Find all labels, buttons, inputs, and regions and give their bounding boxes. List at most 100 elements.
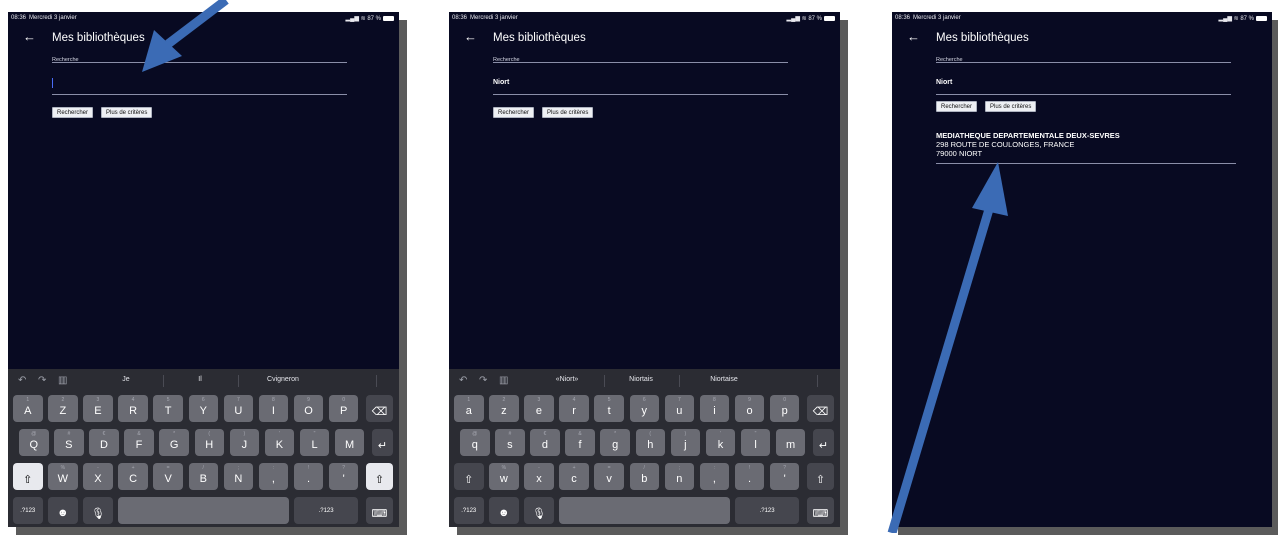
return-key[interactable]: ↵ — [813, 429, 834, 456]
suggestion-item[interactable]: Je — [122, 376, 129, 383]
key[interactable]: 0p — [769, 395, 800, 422]
dictation-key[interactable]: 🎙 — [524, 497, 554, 524]
suggestion-item[interactable]: «Niort» — [556, 376, 579, 383]
key[interactable]: & f — [565, 429, 595, 456]
key[interactable]: 7u — [664, 395, 695, 422]
key[interactable]: 0P — [328, 395, 359, 422]
space-key[interactable] — [559, 497, 730, 524]
key[interactable]: 5t — [594, 395, 624, 422]
key[interactable]: 1A — [13, 395, 43, 422]
key[interactable]: :, — [258, 463, 289, 490]
numbers-key-left[interactable]: .?123 — [13, 497, 43, 524]
shift-key-right[interactable]: ⇧ — [366, 463, 393, 490]
key[interactable]: + C — [118, 463, 148, 490]
key[interactable]: ' K — [264, 429, 295, 456]
search-button[interactable]: Rechercher — [52, 107, 94, 118]
key[interactable]: ) J — [229, 429, 260, 456]
backspace-key[interactable]: ⌫ — [366, 395, 393, 422]
key[interactable]: # s — [495, 429, 525, 456]
key[interactable]: (h — [635, 429, 665, 456]
suggestion-item[interactable]: Niortais — [629, 376, 653, 383]
return-key[interactable]: ↵ — [372, 429, 393, 456]
key[interactable]: / b — [629, 463, 659, 490]
key[interactable]: 3E — [83, 395, 113, 422]
key[interactable]: 5T — [153, 395, 183, 422]
key[interactable]: !. — [734, 463, 765, 490]
key[interactable]: ' k — [705, 429, 736, 456]
dictation-key[interactable]: 🎙 — [83, 497, 113, 524]
key[interactable]: (H — [194, 429, 224, 456]
backspace-key[interactable]: ⌫ — [807, 395, 834, 422]
paste-icon[interactable]: ▥ — [499, 375, 508, 386]
emoji-key[interactable]: ☻ — [489, 497, 519, 524]
space-key[interactable] — [118, 497, 289, 524]
back-arrow-icon[interactable]: ← — [464, 29, 477, 44]
search-button[interactable]: Rechercher — [936, 101, 978, 112]
shift-key[interactable]: ⇧ — [13, 463, 43, 490]
key[interactable]: @ q — [460, 429, 490, 456]
key[interactable]: 9o — [734, 395, 765, 422]
hide-keyboard-key[interactable]: ⌨ — [366, 497, 393, 524]
numbers-key-right[interactable]: .?123 — [734, 497, 800, 524]
suggestion-item[interactable]: Cvigneron — [267, 376, 299, 383]
key[interactable]: 3e — [524, 395, 554, 422]
key[interactable]: :, — [699, 463, 730, 490]
hide-keyboard-key[interactable]: ⌨ — [807, 497, 834, 524]
search-input[interactable]: Niort — [936, 79, 952, 86]
key[interactable]: = V — [153, 463, 183, 490]
redo-icon[interactable]: ↷ — [38, 375, 46, 386]
back-arrow-icon[interactable]: ← — [907, 29, 920, 44]
more-criteria-button[interactable]: Plus de critères — [985, 101, 1037, 112]
key[interactable]: 7U — [223, 395, 254, 422]
key[interactable]: € D — [89, 429, 119, 456]
key[interactable]: 6Y — [188, 395, 218, 422]
key[interactable]: @ Q — [19, 429, 49, 456]
key[interactable]: ? ' — [328, 463, 359, 490]
key[interactable]: € d — [530, 429, 560, 456]
numbers-key-right[interactable]: .?123 — [293, 497, 359, 524]
key[interactable]: * g — [600, 429, 630, 456]
key[interactable]: M — [334, 429, 365, 456]
undo-icon[interactable]: ↶ — [18, 375, 26, 386]
key[interactable]: 2Z — [48, 395, 78, 422]
more-criteria-button[interactable]: Plus de critères — [542, 107, 594, 118]
key[interactable]: 4R — [118, 395, 148, 422]
key[interactable]: m — [775, 429, 806, 456]
more-criteria-button[interactable]: Plus de critères — [101, 107, 153, 118]
key[interactable]: -X — [83, 463, 113, 490]
key[interactable]: !. — [293, 463, 324, 490]
key[interactable]: " l — [740, 429, 771, 456]
paste-icon[interactable]: ▥ — [58, 375, 67, 386]
key[interactable]: 1a — [454, 395, 484, 422]
search-button[interactable]: Rechercher — [493, 107, 535, 118]
key[interactable]: ? ' — [769, 463, 800, 490]
shift-key[interactable]: ⇧ — [454, 463, 484, 490]
suggestion-item[interactable]: Niortaise — [710, 376, 738, 383]
key[interactable]: 9O — [293, 395, 324, 422]
search-input[interactable]: Niort — [493, 79, 509, 86]
key[interactable]: & F — [124, 429, 154, 456]
key[interactable]: / B — [188, 463, 218, 490]
emoji-key[interactable]: ☻ — [48, 497, 78, 524]
key[interactable]: # S — [54, 429, 84, 456]
shift-key-right[interactable]: ⇧ — [807, 463, 834, 490]
key[interactable]: 6y — [629, 395, 659, 422]
key[interactable]: ; n — [664, 463, 695, 490]
key[interactable]: % w — [489, 463, 519, 490]
key[interactable]: % W — [48, 463, 78, 490]
back-arrow-icon[interactable]: ← — [23, 29, 36, 44]
key[interactable]: ) j — [670, 429, 701, 456]
numbers-key-left[interactable]: .?123 — [454, 497, 484, 524]
key[interactable]: ; N — [223, 463, 254, 490]
key[interactable]: 8I — [258, 395, 289, 422]
undo-icon[interactable]: ↶ — [459, 375, 467, 386]
redo-icon[interactable]: ↷ — [479, 375, 487, 386]
suggestion-item[interactable]: Il — [198, 376, 202, 383]
key[interactable]: " L — [299, 429, 330, 456]
key[interactable]: * G — [159, 429, 189, 456]
key[interactable]: -x — [524, 463, 554, 490]
key[interactable]: 8i — [699, 395, 730, 422]
key[interactable]: = v — [594, 463, 624, 490]
key[interactable]: 4r — [559, 395, 589, 422]
key[interactable]: 2z — [489, 395, 519, 422]
